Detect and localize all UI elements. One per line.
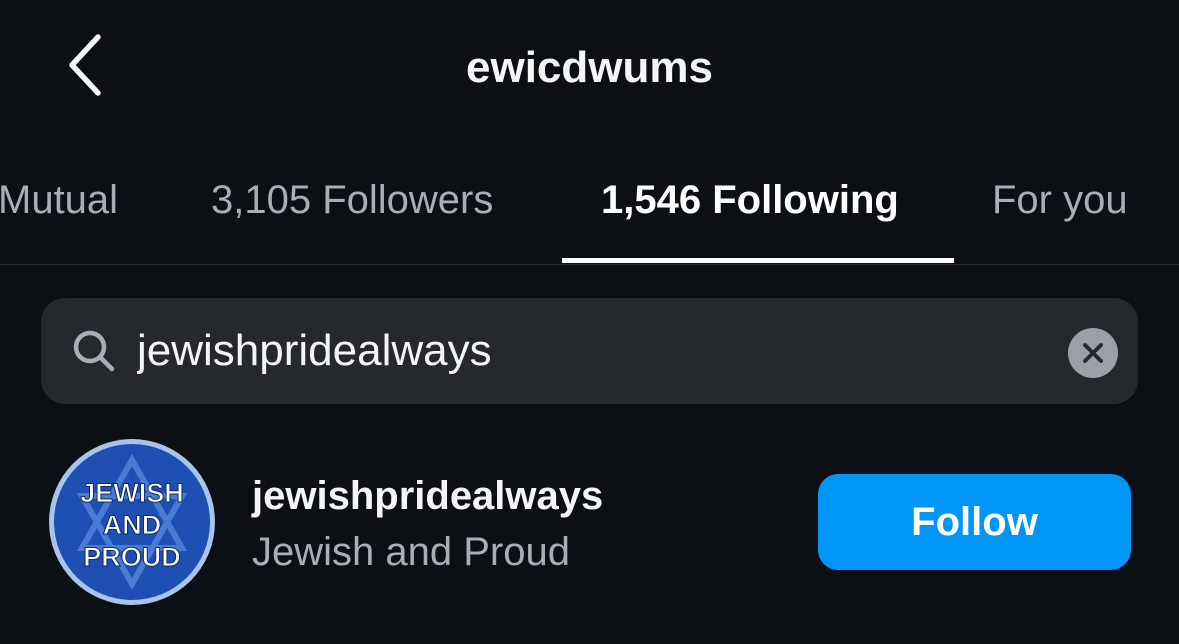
header: ewicdwums xyxy=(0,0,1179,140)
tab-followers[interactable]: 3,105 Followers xyxy=(211,172,493,228)
tab-bar: Mutual 3,105 Followers 1,546 Following F… xyxy=(0,150,1179,265)
clear-search-button[interactable] xyxy=(1068,328,1118,378)
clear-icon xyxy=(1083,343,1103,363)
search-input[interactable] xyxy=(137,320,1037,382)
search-bar[interactable] xyxy=(41,298,1138,404)
result-username[interactable]: jewishpridealways xyxy=(252,470,603,522)
avatar-text-line-1: JEWISH xyxy=(80,478,184,508)
active-tab-indicator xyxy=(562,258,954,263)
list-item[interactable]: JEWISH AND PROUD jewishpridealways Jewis… xyxy=(0,430,1179,620)
tab-mutual[interactable]: Mutual xyxy=(0,172,118,228)
search-icon xyxy=(73,330,115,372)
avatar-text-line-3: PROUD xyxy=(83,542,181,572)
avatar-text-line-2: AND xyxy=(103,510,162,540)
result-full-name: Jewish and Proud xyxy=(252,530,570,574)
tab-following[interactable]: 1,546 Following xyxy=(601,172,899,228)
page-title: ewicdwums xyxy=(466,43,713,92)
tab-for-you[interactable]: For you xyxy=(992,172,1128,228)
follow-button[interactable]: Follow xyxy=(818,474,1131,570)
avatar[interactable]: JEWISH AND PROUD xyxy=(48,438,216,606)
